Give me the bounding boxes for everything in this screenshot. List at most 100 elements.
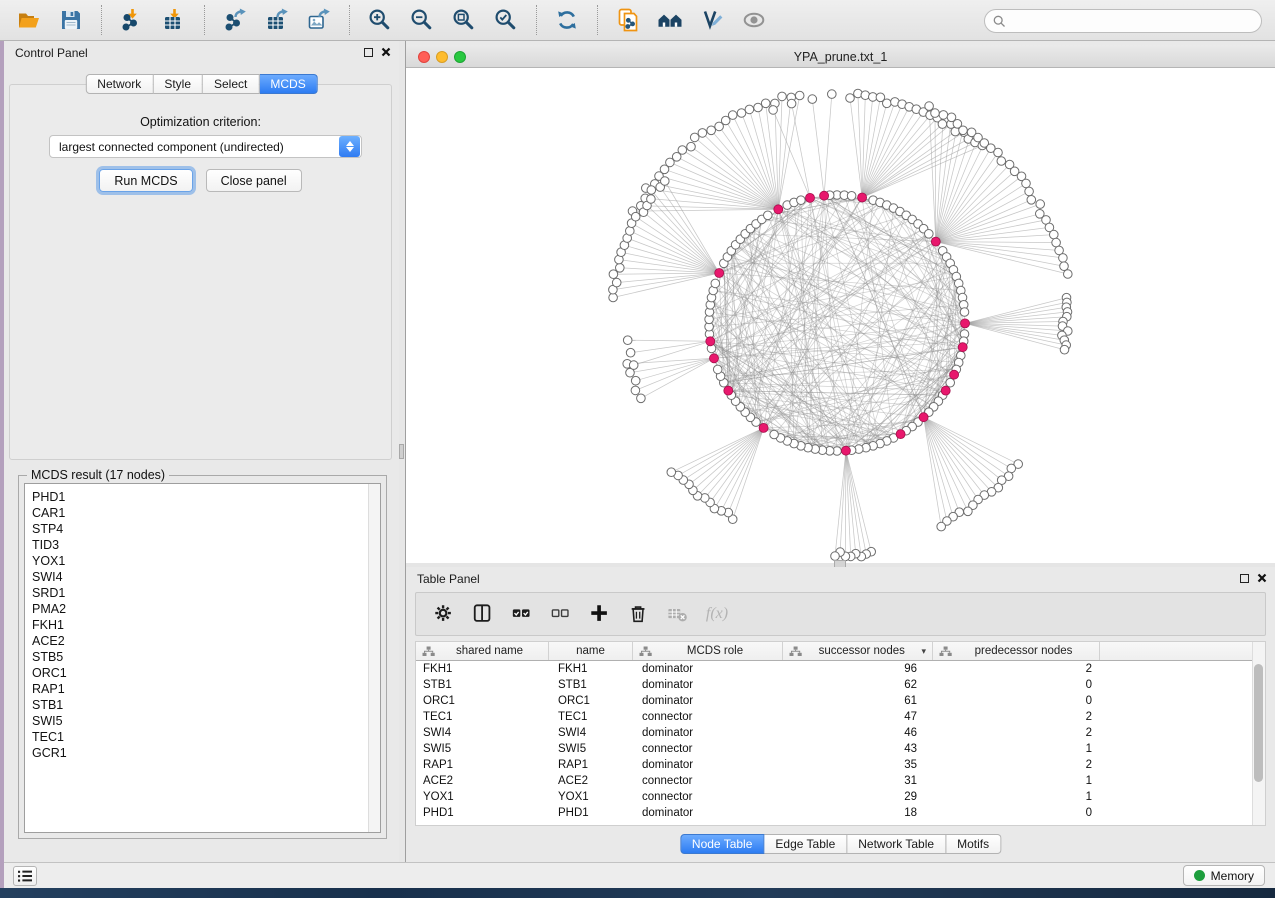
table-row[interactable]: YOX1YOX1connector291 [416,789,1252,805]
mcds-result-item[interactable]: SWI4 [25,569,380,585]
tab-style[interactable]: Style [153,74,203,94]
column-layout-icon[interactable] [471,602,495,626]
table-row[interactable]: PHD1PHD1dominator180 [416,805,1252,821]
tab-network-table[interactable]: Network Table [847,834,946,854]
clone-network-icon[interactable] [615,7,641,33]
mcds-result-item[interactable]: ORC1 [25,665,380,681]
close-panel-button[interactable]: Close panel [206,169,302,192]
float-panel-icon[interactable] [364,48,373,57]
run-mcds-button[interactable]: Run MCDS [99,169,192,192]
zoom-selected-icon[interactable] [493,7,519,33]
memory-status-icon [1194,870,1205,881]
close-panel-icon[interactable] [1257,573,1267,583]
column-type-icon [789,646,802,657]
table-row[interactable]: RAP1RAP1dominator352 [416,757,1252,773]
import-table-icon[interactable] [161,7,187,33]
column-type-icon [422,646,435,657]
create-column-icon[interactable] [588,602,612,626]
export-network-icon[interactable] [222,7,248,33]
sort-indicator-icon[interactable]: ▾ [921,646,926,657]
tab-mcds[interactable]: MCDS [259,74,317,94]
select-stepper-icon [339,136,360,157]
hide-all-columns-icon[interactable] [549,602,573,626]
tab-edge-table[interactable]: Edge Table [764,834,847,854]
zoom-fit-icon[interactable] [451,7,477,33]
export-image-icon[interactable] [306,7,332,33]
toolbar-separator [101,5,102,35]
mcds-result-item[interactable]: YOX1 [25,553,380,569]
mcds-result-group: MCDS result (17 nodes) PHD1CAR1STP4TID3Y… [18,475,387,839]
column-header[interactable]: predecessor nodes [933,642,1100,660]
memory-label: Memory [1211,869,1254,883]
zoom-out-icon[interactable] [409,7,435,33]
table-row[interactable]: SWI4SWI4dominator462 [416,725,1252,741]
search-box[interactable] [984,9,1262,33]
splitter-handle[interactable] [399,444,404,459]
show-all-columns-icon[interactable] [510,602,534,626]
float-panel-icon[interactable] [1240,574,1249,583]
table-panel-title: Table Panel [417,572,480,586]
mcds-result-item[interactable]: PMA2 [25,601,380,617]
first-neighbors-icon[interactable] [657,7,683,33]
export-table-icon[interactable] [264,7,290,33]
optimization-criterion-label: Optimization criterion: [10,115,391,129]
table-settings-icon[interactable] [432,602,456,626]
table-row[interactable]: STB1STB1dominator620 [416,677,1252,693]
mcds-result-item[interactable]: RAP1 [25,681,380,697]
column-header[interactable]: shared name [416,642,549,660]
import-network-icon[interactable] [119,7,145,33]
mcds-result-item[interactable]: PHD1 [25,489,380,505]
mcds-result-item[interactable]: SRD1 [25,585,380,601]
delete-column-icon[interactable] [627,602,651,626]
table-panel: Table Panel f(x) shared namenameMCDS rol… [406,567,1275,862]
mcds-result-item[interactable]: STB1 [25,697,380,713]
result-list-scrollbar[interactable] [368,484,380,832]
network-window-titlebar[interactable]: YPA_prune.txt_1 [406,45,1275,68]
network-canvas[interactable] [406,68,1275,563]
table-row[interactable]: ORC1ORC1dominator610 [416,693,1252,709]
mcds-result-item[interactable]: TEC1 [25,729,380,745]
column-header[interactable]: name [549,642,633,660]
table-row[interactable]: FKH1FKH1dominator962 [416,661,1252,677]
table-row[interactable]: SWI5SWI5connector431 [416,741,1252,757]
mcds-result-item[interactable]: SWI5 [25,713,380,729]
zoom-in-icon[interactable] [367,7,393,33]
tab-node-table[interactable]: Node Table [680,834,765,854]
mcds-result-item[interactable]: STB5 [25,649,380,665]
mcds-result-item[interactable]: FKH1 [25,617,380,633]
column-header[interactable]: successor nodes▾ [783,642,933,660]
optimization-criterion-select[interactable]: largest connected component (undirected) [49,135,362,158]
mcds-result-item[interactable]: CAR1 [25,505,380,521]
annotation-pen-icon[interactable] [699,7,725,33]
function-builder-icon: f(x) [705,602,729,626]
search-input[interactable] [1006,11,1261,31]
mcds-result-item[interactable]: ACE2 [25,633,380,649]
tab-motifs[interactable]: Motifs [946,834,1001,854]
table-row[interactable]: ACE2ACE2connector311 [416,773,1252,789]
table-panel-header: Table Panel [406,567,1275,591]
mcds-result-list[interactable]: PHD1CAR1STP4TID3YOX1SWI4SRD1PMA2FKH1ACE2… [24,483,381,833]
close-panel-icon[interactable] [381,47,391,57]
control-panel-tabs: Network Style Select MCDS [85,74,317,94]
mcds-result-item[interactable]: STP4 [25,521,380,537]
mcds-result-item[interactable]: GCR1 [25,745,380,761]
save-session-icon[interactable] [58,7,84,33]
task-history-button[interactable] [13,866,37,886]
table-row[interactable]: TEC1TEC1connector472 [416,709,1252,725]
node-table: shared namenameMCDS rolesuccessor nodes▾… [415,641,1266,826]
open-session-icon[interactable] [16,7,42,33]
tab-network[interactable]: Network [85,74,153,94]
table-scrollbar[interactable] [1252,642,1265,825]
column-header[interactable] [1100,642,1252,660]
refresh-network-icon[interactable] [554,7,580,33]
column-header[interactable]: MCDS role [633,642,783,660]
scrollbar-thumb[interactable] [1254,664,1263,782]
tab-select[interactable]: Select [203,74,259,94]
memory-button[interactable]: Memory [1183,865,1265,886]
vertical-splitter[interactable] [399,41,406,862]
mcds-result-title: MCDS result (17 nodes) [27,468,169,482]
search-icon [993,15,1006,28]
toolbar-icon-group [0,5,775,35]
network-graph[interactable] [406,68,1275,563]
mcds-result-item[interactable]: TID3 [25,537,380,553]
